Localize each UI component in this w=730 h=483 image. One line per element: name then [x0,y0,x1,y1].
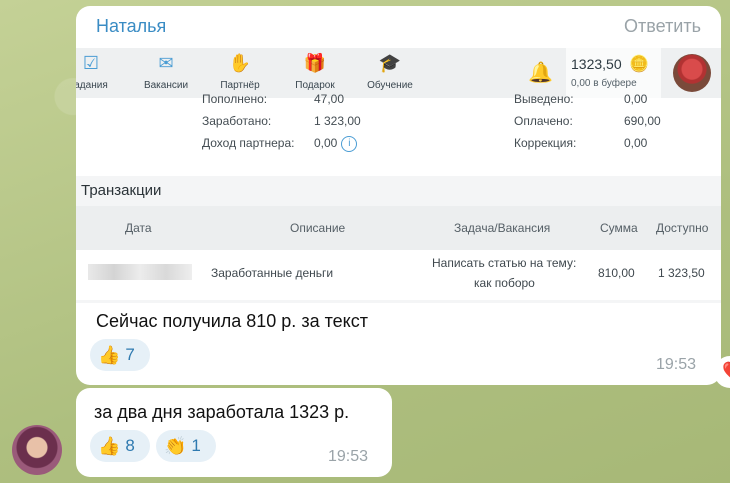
stat-value: 47,00 [314,92,345,106]
stat-value: 690,00 [624,114,661,128]
stat-label: Оплачено: [514,114,573,128]
stat-value: 0,00 [314,136,338,151]
message-time: 19:53 [656,356,697,373]
reaction-count: 8 [125,436,135,455]
message-text: Сейчас получила 810 р. за текст [96,311,368,331]
nav-item-partner: ✋ Партнёр [205,52,275,91]
stat-label: Коррекция: [514,136,577,150]
row-available: 1 323,50 [658,266,705,280]
nav-label: адания [76,80,108,91]
message-bubble: Наталья Ответить ☑ адания ✉ Вакансии ✋ П… [76,6,721,385]
nav-item-vacancies: ✉ Вакансии [131,52,201,91]
stat-label: Доход партнера: [202,136,295,150]
thumbs-up-icon: 👍 [98,435,121,456]
reaction-thumbs-up[interactable]: 👍 8 [90,430,150,462]
stat-label: Выведено: [514,92,574,106]
nav-item-learning: 🎓 Обучение [355,52,425,91]
tasks-icon: ☑ [82,53,100,73]
transactions-title: Транзакции [81,182,162,199]
stat-label: Заработано: [202,114,272,128]
reaction-count: 7 [125,345,135,364]
sender-name[interactable]: Наталья [96,16,166,37]
reaction-thumbs-up[interactable]: 👍 7 [90,339,150,371]
stats-panel: Пополнено: 47,00 Заработано: 1 323,00 До… [76,92,721,176]
embedded-screenshot: ☑ адания ✉ Вакансии ✋ Партнёр 🎁 Подарок … [76,48,721,303]
table-header: Дата Описание Задача/Вакансия Сумма Дост… [76,206,721,250]
message-text: за два дня заработала 1323 р. [94,402,350,422]
balance-box: 1323,50 🪙 0,00 в буфере [566,48,661,98]
handshake-icon: ✋ [228,53,252,73]
stat-value: 0,00 [624,136,648,150]
balance-amount: 1323,50 [571,56,622,72]
column-header: Сумма [600,221,638,235]
stat-label: Пополнено: [202,92,268,106]
row-sum: 810,00 [598,266,635,280]
graduation-cap-icon: 🎓 [378,53,402,73]
nav-bar: ☑ адания ✉ Вакансии ✋ Партнёр 🎁 Подарок … [76,48,721,98]
bell-icon: 🔔 [528,60,553,84]
column-header: Дата [125,221,152,235]
reaction-clap[interactable]: 👏 1 [156,430,216,462]
reaction-count: 1 [191,436,201,455]
coins-icon: 🪙 [629,54,649,73]
column-header: Доступно [656,221,709,235]
blurred-date [88,264,192,280]
balance-buffer: 0,00 в буфере [571,78,637,89]
row-task-line1: Написать статью на тему: [432,256,577,270]
row-description: Заработанные деньги [211,266,334,280]
briefcase-icon: ✉ [158,53,174,73]
row-task-line2: как поборо [474,276,535,290]
nav-item-tasks: ☑ адания [76,52,126,91]
stat-value: 0,00 [624,92,648,106]
column-header: Описание [290,221,346,235]
nav-label: Вакансии [143,80,189,91]
thumbs-up-icon: 👍 [98,344,121,365]
nav-item-gift: 🎁 Подарок [280,52,350,91]
gift-icon: 🎁 [303,53,327,73]
message-time: 19:53 [328,448,369,465]
info-icon: i [341,136,358,152]
table-row: Заработанные деньги Написать статью на т… [76,250,721,300]
avatar[interactable] [12,425,62,475]
clapping-hands-icon: 👏 [164,435,187,456]
message-bubble: за два дня заработала 1323 р. 👍 8 👏 1 19… [76,388,392,477]
stat-value-partner: 0,00 i [314,136,358,152]
nav-label: Обучение [367,80,413,91]
reply-button[interactable]: Ответить [624,16,701,37]
column-header: Задача/Вакансия [454,221,551,235]
nav-label: Подарок [295,80,335,91]
avatar [673,54,711,92]
stat-value: 1 323,00 [314,114,361,128]
nav-label: Партнёр [220,80,260,91]
